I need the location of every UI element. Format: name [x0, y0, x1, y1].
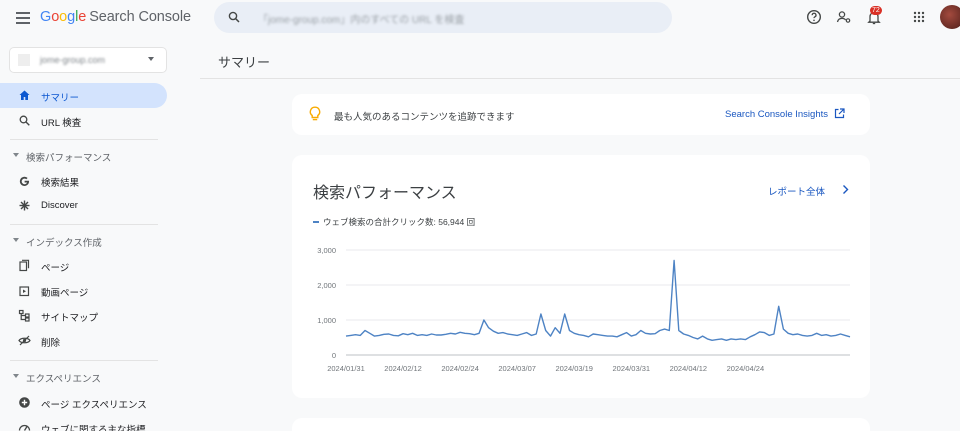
section-label: インデックス作成 [26, 238, 102, 249]
apps-grid-icon[interactable] [913, 11, 925, 23]
main-menu-icon[interactable] [16, 12, 30, 24]
notification-badge: 72 [870, 6, 882, 15]
sidebar-item-label: 動画ページ [41, 288, 89, 299]
logo-letter: o [59, 9, 68, 25]
performance-card: 検索パフォーマンス レポート全体 ウェブ検索の合計クリック数: 56,944 回… [292, 155, 870, 398]
page-title: サマリー [218, 55, 271, 70]
video-pages-icon [19, 286, 30, 297]
help-icon[interactable] [806, 9, 822, 25]
divider [200, 78, 960, 79]
sitemap-icon [18, 309, 30, 322]
sidebar-item-label: URL 検査 [41, 118, 82, 129]
x-tick-label: 2024/02/12 [384, 364, 422, 373]
page-experience-icon [19, 397, 30, 408]
banner-text: 最も人気のあるコンテンツを追跡できます [334, 112, 515, 123]
sidebar-item-label: ページ エクスペリエンス [41, 400, 147, 411]
product-logo[interactable]: Google Search Console [40, 9, 191, 25]
section-label: 検索パフォーマンス [26, 153, 112, 164]
sidebar-item-label: 検索結果 [41, 178, 80, 189]
property-selector[interactable]: jome-group.com [10, 48, 166, 72]
removal-icon [18, 335, 31, 346]
property-name: jome-group.com [40, 55, 106, 65]
sidebar-item-label: Discover [41, 200, 78, 211]
sidebar-item-label: サイトマップ [41, 313, 99, 324]
sidebar-item-label: 削除 [41, 338, 61, 349]
sidebar-item-page-experience[interactable]: ページ エクスペリエンス [0, 390, 167, 415]
section-search-performance[interactable]: 検索パフォーマンス [0, 146, 167, 166]
url-inspection-search[interactable]: 「jome-group.com」内のすべての URL を検査 [214, 2, 672, 33]
next-card [292, 418, 870, 431]
google-g-icon [19, 176, 30, 186]
y-tick-label: 2,000 [317, 281, 336, 290]
web-vitals-icon [18, 424, 31, 431]
manage-users-icon[interactable] [836, 9, 852, 25]
sidebar-item-url-inspection[interactable]: URL 検査 [0, 108, 167, 133]
property-favicon [18, 54, 30, 66]
x-tick-label: 2024/03/19 [555, 364, 593, 373]
x-tick-label: 2024/01/31 [327, 364, 365, 373]
series-line-clicks[interactable] [345, 259, 851, 342]
y-tick-label: 1,000 [317, 316, 336, 325]
y-tick-label: 3,000 [317, 246, 336, 255]
asterisk-icon [19, 200, 30, 211]
home-icon [19, 90, 30, 100]
sidebar-item-core-web-vitals[interactable]: ウェブに関する主な指標 [0, 415, 167, 431]
section-label: エクスペリエンス [26, 374, 101, 385]
x-tick-label: 2024/04/24 [727, 364, 765, 373]
section-experience[interactable]: エクスペリエンス [0, 367, 167, 387]
clicks-line-chart: 3,000 2,000 1,000 0 2024/01/31 2024/02/12 2024… [317, 246, 851, 373]
sidebar-item-video-pages[interactable]: 動画ページ [0, 278, 167, 303]
legend-label: ウェブ検索の合計クリック数: 56,944 回 [323, 217, 476, 227]
sidebar-item-sitemaps[interactable]: サイトマップ [0, 303, 167, 328]
sidebar-item-label: ページ [41, 263, 70, 274]
chevron-down-icon [13, 238, 19, 242]
x-tick-label: 2024/03/31 [613, 364, 651, 373]
y-tick-label: 0 [332, 351, 336, 360]
search-input[interactable]: 「jome-group.com」内のすべての URL を検査 [258, 11, 464, 26]
sidebar-item-discover[interactable]: Discover [0, 193, 167, 218]
sidebar-nav: jome-group.com サマリー URL 検査 検索パフォーマンス 検索結… [0, 36, 180, 431]
search-icon [228, 11, 240, 23]
sidebar-item-label: ウェブに関する主な指標 [41, 425, 146, 431]
divider [10, 224, 158, 225]
logo-letter: G [40, 9, 52, 25]
section-indexing[interactable]: インデックス作成 [0, 231, 167, 251]
legend-swatch [313, 221, 319, 223]
chevron-down-icon [13, 153, 19, 157]
logo-letter: e [78, 9, 87, 25]
search-icon [19, 115, 30, 126]
divider [10, 360, 158, 361]
lightbulb-icon [309, 106, 321, 121]
sidebar-item-removals[interactable]: 削除 [0, 328, 167, 353]
sidebar-item-label: サマリー [41, 93, 80, 104]
x-tick-label: 2024/02/24 [441, 364, 479, 373]
insights-banner: 最も人気のあるコンテンツを追跡できます Search Console Insig… [292, 94, 870, 135]
pages-icon [19, 259, 30, 272]
chevron-down-icon [13, 374, 19, 378]
chevron-down-icon [148, 57, 154, 61]
sidebar-item-pages[interactable]: ページ [0, 253, 167, 278]
logo-letter: g [67, 9, 76, 25]
top-bar: Google Search Console 「jome-group.com」内のす… [0, 0, 960, 36]
sidebar-item-search-results[interactable]: 検索結果 [0, 168, 167, 193]
account-avatar[interactable] [940, 5, 960, 29]
full-report-link[interactable]: レポート全体 [768, 184, 825, 198]
logo-letter: o [51, 9, 60, 25]
x-tick-label: 2024/03/07 [498, 364, 536, 373]
x-tick-label: 2024/04/12 [670, 364, 708, 373]
product-name: Search Console [89, 9, 191, 25]
chevron-right-icon[interactable] [840, 184, 851, 195]
divider [10, 139, 158, 140]
open-in-new-icon[interactable] [834, 108, 845, 119]
insights-link[interactable]: Search Console Insights [725, 109, 828, 120]
performance-title: 検索パフォーマンス [313, 185, 457, 202]
sidebar-item-summary[interactable]: サマリー [0, 83, 167, 108]
